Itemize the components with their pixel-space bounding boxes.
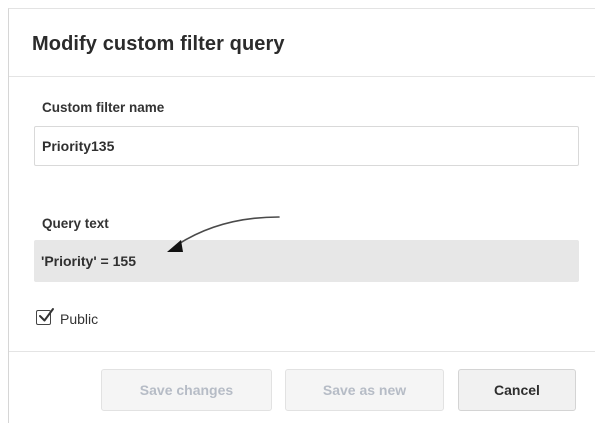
query-text-value: 'Priority' = 155 — [41, 253, 136, 269]
custom-filter-name-label: Custom filter name — [42, 100, 165, 115]
cancel-button[interactable]: Cancel — [458, 369, 576, 411]
public-checkbox-label: Public — [60, 311, 99, 327]
query-text-label: Query text — [42, 216, 109, 231]
query-text-field: 'Priority' = 155 — [34, 240, 579, 282]
dialog-footer: Save changes Save as new Cancel — [9, 351, 595, 424]
checkmark-icon — [39, 308, 54, 322]
dialog-title: Modify custom filter query — [32, 33, 285, 55]
custom-filter-name-input[interactable] — [34, 126, 579, 166]
save-changes-button[interactable]: Save changes — [101, 369, 272, 411]
arrow-annotation-icon — [167, 216, 280, 252]
modify-filter-dialog: Modify custom filter query Custom filter… — [8, 8, 595, 423]
save-as-new-button[interactable]: Save as new — [285, 369, 444, 411]
dialog-header: Modify custom filter query — [9, 9, 595, 77]
public-checkbox[interactable] — [36, 308, 54, 325]
